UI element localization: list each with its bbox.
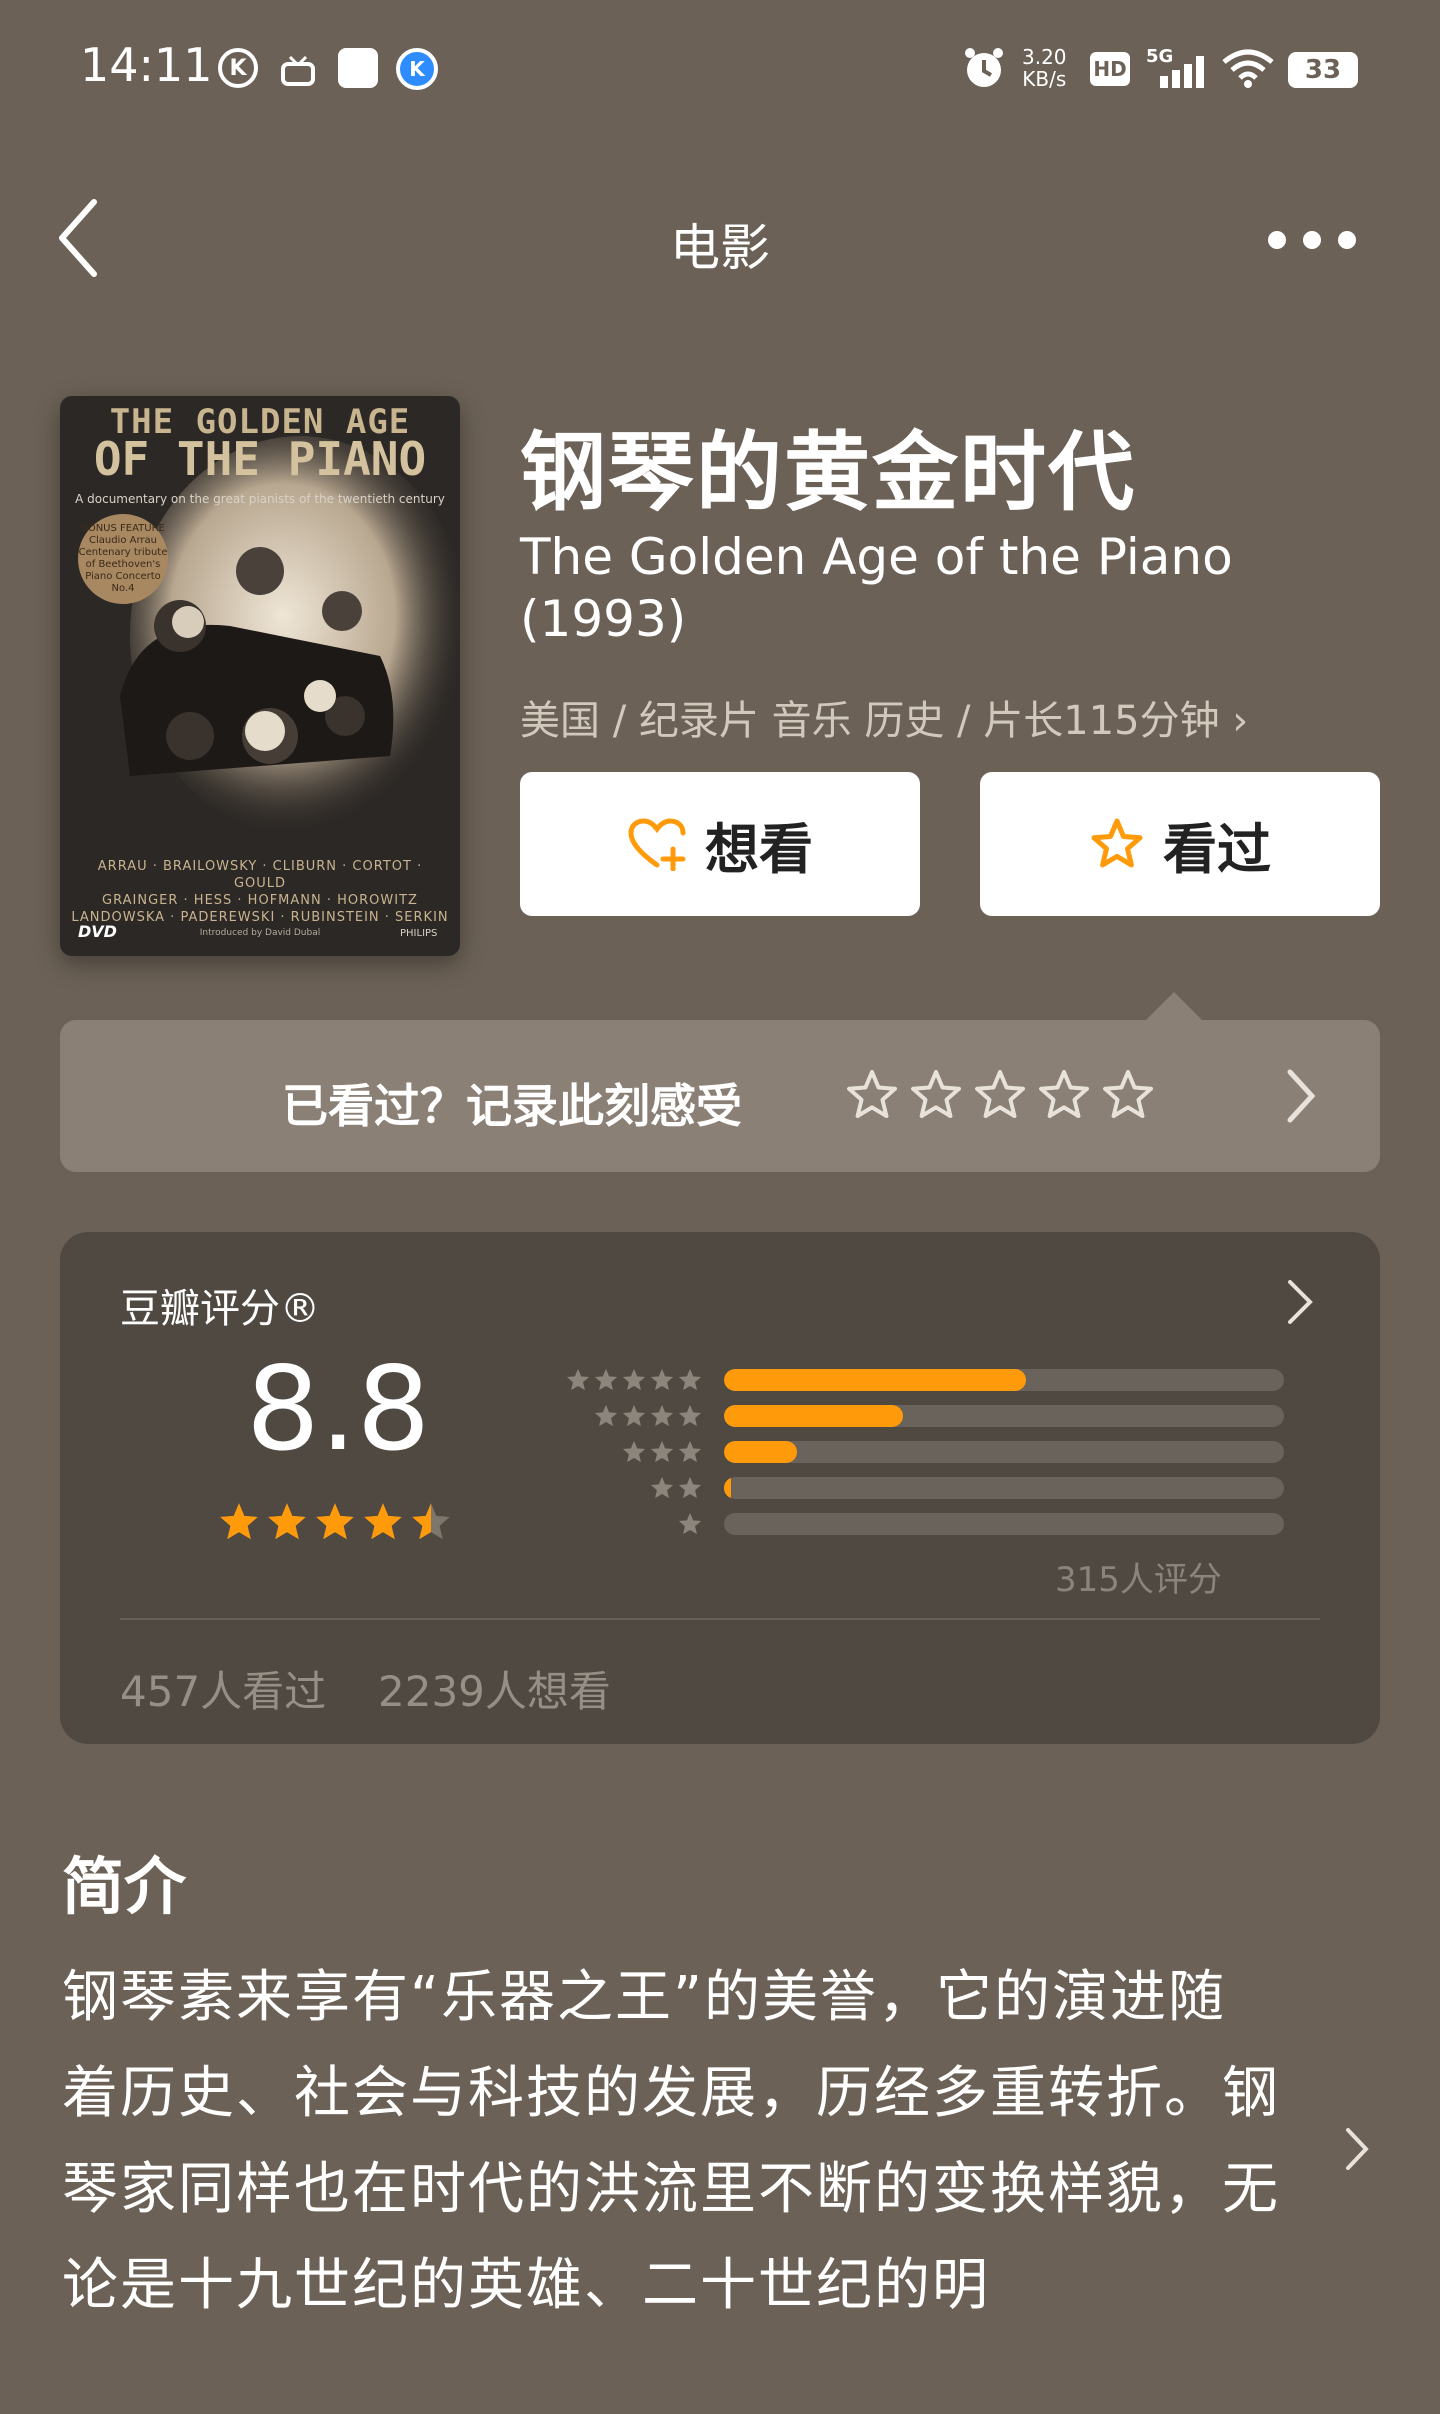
poster-names: ARRAU · BRAILOWSKY · CLIBURN · CORTOT · … xyxy=(71,859,449,925)
distribution-bar xyxy=(724,1441,797,1463)
star-icon xyxy=(650,1476,674,1499)
distribution-row xyxy=(500,1512,1284,1536)
distribution-track xyxy=(724,1477,1284,1499)
star-icon xyxy=(678,1512,702,1535)
alarm-icon xyxy=(962,46,1006,90)
distribution-row xyxy=(500,1476,1284,1500)
tv-icon xyxy=(280,56,316,86)
rating-input-stars[interactable] xyxy=(844,1068,1156,1122)
star-outline-icon[interactable] xyxy=(972,1068,1028,1122)
status-time: 14:11 xyxy=(80,38,213,92)
chevron-right-icon[interactable] xyxy=(1344,2126,1370,2172)
more-icon[interactable] xyxy=(1268,230,1356,250)
movie-meta[interactable]: 美国 / 纪录片 音乐 历史 / 片长115分钟 › xyxy=(520,688,1248,746)
hd-badge: HD xyxy=(1090,52,1130,86)
distribution-row xyxy=(500,1440,1284,1464)
poster-badge: BONUS FEATURE Claudio Arrau Centenary tr… xyxy=(78,514,168,604)
distribution-track xyxy=(724,1513,1284,1535)
star-icon xyxy=(412,1503,450,1540)
k-blue-icon: K xyxy=(396,48,438,90)
poster-title-line2: OF THE PIANO xyxy=(93,432,427,486)
rating-label: 豆瓣评分® xyxy=(120,1286,320,1332)
star-icon xyxy=(268,1503,306,1540)
net-speed: 3.20 KB/s xyxy=(1022,45,1067,91)
movie-title-en: The Golden Age of the Piano (1993) xyxy=(520,528,1233,648)
distribution-row xyxy=(500,1404,1284,1428)
distribution-stars xyxy=(500,1511,704,1537)
star-outline-icon[interactable] xyxy=(908,1068,964,1122)
synopsis-title: 简介 xyxy=(62,1850,187,1923)
wifi-icon xyxy=(1222,48,1274,88)
want-count[interactable]: 2239人想看 xyxy=(378,1658,611,1719)
star-icon xyxy=(594,1404,618,1427)
synopsis-text[interactable]: 钢琴素来享有“乐器之王”的美誉，它的演进随着历史、社会与科技的发展，历经多重转折… xyxy=(62,1950,1282,2334)
star-icon xyxy=(364,1503,402,1540)
star-outline-icon[interactable] xyxy=(1100,1068,1156,1122)
star-icon xyxy=(678,1476,702,1499)
heart-plus-icon xyxy=(628,818,686,871)
distribution-track xyxy=(724,1405,1284,1427)
star-icon xyxy=(678,1440,702,1463)
distribution-stars xyxy=(500,1367,704,1393)
want-to-watch-button[interactable]: 想看 xyxy=(520,772,920,916)
star-icon xyxy=(220,1503,258,1540)
star-icon xyxy=(650,1404,674,1427)
distribution-stars xyxy=(500,1475,704,1501)
star-icon xyxy=(316,1503,354,1540)
star-icon xyxy=(650,1440,674,1463)
poster-label: PHILIPS xyxy=(400,928,438,939)
distribution-track xyxy=(724,1369,1284,1391)
star-icon xyxy=(622,1368,646,1391)
movie-title-cn: 钢琴的黄金时代 xyxy=(520,423,1136,523)
want-label: 想看 xyxy=(705,817,813,881)
score-stars xyxy=(216,1500,454,1544)
k-icon: K xyxy=(218,48,258,88)
seen-count[interactable]: 457人看过 xyxy=(120,1658,326,1719)
star-icon xyxy=(678,1368,702,1391)
battery-icon: 33 xyxy=(1288,52,1358,88)
chevron-right-icon[interactable] xyxy=(1284,1068,1318,1124)
star-icon xyxy=(622,1440,646,1463)
rating-score: 8.8 xyxy=(246,1342,431,1477)
watched-button[interactable]: 看过 xyxy=(980,772,1380,916)
rating-count: 315人评分 xyxy=(1055,1560,1222,1600)
record-prompt: 已看过？记录此刻感受 xyxy=(282,1079,742,1133)
star-icon xyxy=(622,1404,646,1427)
nav-title: 电影 xyxy=(670,219,770,277)
distribution-bar xyxy=(724,1369,1027,1391)
poster-subtitle: A documentary on the great pianists of t… xyxy=(75,492,445,506)
distribution-stars xyxy=(500,1403,704,1429)
distribution-track xyxy=(724,1441,1284,1463)
star-outline-icon xyxy=(1091,818,1143,868)
rating-card[interactable]: 豆瓣评分® 8.8 315人评分 457人看过 2239人想看 xyxy=(60,1232,1380,1744)
distribution-stars xyxy=(500,1439,704,1465)
svg-text:5G: 5G xyxy=(1146,46,1173,67)
chevron-right-icon[interactable] xyxy=(1286,1278,1314,1326)
divider xyxy=(120,1618,1320,1620)
seen-label: 看过 xyxy=(1163,817,1271,881)
record-feeling-bar[interactable]: 已看过？记录此刻感受 xyxy=(60,1020,1380,1172)
record-caret xyxy=(1146,992,1202,1020)
star-icon xyxy=(566,1368,590,1391)
star-outline-icon[interactable] xyxy=(844,1068,900,1122)
star-icon xyxy=(650,1368,674,1391)
distribution-bar xyxy=(724,1477,731,1499)
square-icon xyxy=(338,48,378,88)
distribution-row xyxy=(500,1368,1284,1392)
signal-icon: 5G xyxy=(1146,46,1210,90)
star-outline-icon[interactable] xyxy=(1036,1068,1092,1122)
star-icon xyxy=(594,1368,618,1391)
star-icon xyxy=(678,1404,702,1427)
distribution-bar xyxy=(724,1405,904,1427)
movie-poster[interactable]: THE GOLDEN AGE OF THE PIANO A documentar… xyxy=(60,396,460,956)
